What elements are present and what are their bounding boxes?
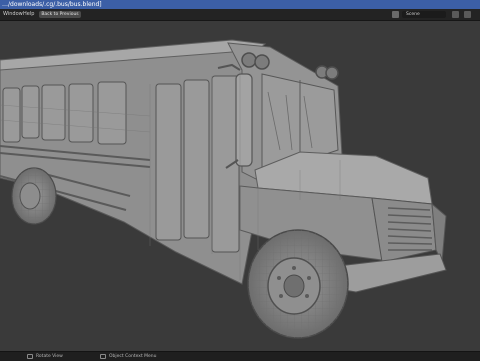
top-menu-bar: Window Help Back to Previous Scene — [0, 9, 480, 21]
3d-viewport[interactable] — [0, 21, 480, 351]
back-to-previous-button[interactable]: Back to Previous — [39, 11, 81, 18]
front-wheel — [247, 229, 349, 339]
scene-label: Scene — [406, 12, 420, 17]
rear-wheel — [11, 167, 57, 225]
fender-right — [431, 202, 447, 264]
view-layer-icon[interactable] — [452, 11, 459, 18]
scene-selector[interactable]: Scene — [402, 11, 446, 18]
close-scene-icon[interactable] — [464, 11, 471, 18]
mouse-right-icon — [100, 354, 106, 359]
bus-model — [0, 39, 447, 339]
menu-window[interactable]: Window — [3, 9, 23, 20]
window-title: …/downloads/.cg/.bus/bus.blend] — [2, 1, 102, 8]
menu-help[interactable]: Help — [23, 9, 34, 20]
mouse-icon — [27, 354, 33, 359]
scene-icon[interactable] — [392, 11, 399, 18]
front-bumper — [337, 253, 447, 293]
